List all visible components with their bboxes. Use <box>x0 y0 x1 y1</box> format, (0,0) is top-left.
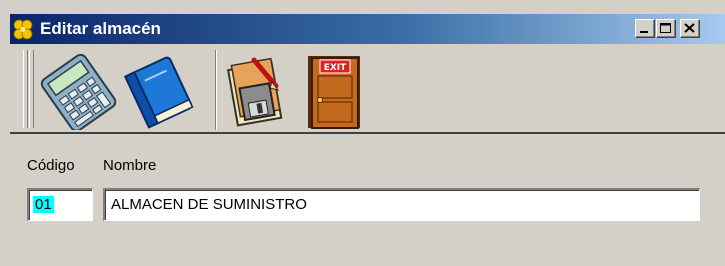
nombre-label: Nombre <box>103 157 157 174</box>
close-icon <box>684 23 695 33</box>
exit-sign-label: EXIT <box>323 63 347 73</box>
toolbar-grip[interactable] <box>23 50 28 128</box>
codigo-input[interactable]: 01 <box>27 188 93 221</box>
toolbar-grip-2 <box>29 50 34 128</box>
toolbar-divider <box>10 132 725 134</box>
save-icon <box>227 57 283 127</box>
book-icon <box>123 56 194 129</box>
codigo-value: 01 <box>33 196 54 213</box>
save-button[interactable] <box>214 50 294 130</box>
edit-warehouse-window: Editar almacén EXIT Código Nombre 01 ALM… <box>0 0 725 266</box>
minimize-icon <box>640 31 648 33</box>
calculator-icon <box>40 53 117 132</box>
minimize-button[interactable] <box>635 19 655 38</box>
exit-button[interactable]: EXIT <box>294 50 374 130</box>
maximize-icon <box>660 23 671 33</box>
calculator-button[interactable] <box>38 50 118 132</box>
close-button[interactable] <box>680 19 700 38</box>
book-button[interactable] <box>118 50 198 130</box>
codigo-label: Código <box>27 157 75 174</box>
nombre-input[interactable]: ALMACEN DE SUMINISTRO <box>103 188 700 221</box>
nombre-value: ALMACEN DE SUMINISTRO <box>111 196 307 213</box>
maximize-button[interactable] <box>656 19 676 38</box>
title-bar[interactable]: Editar almacén <box>10 14 725 44</box>
window-title: Editar almacén <box>40 19 161 38</box>
toolbar: EXIT <box>10 44 725 134</box>
app-clover-icon <box>13 19 33 40</box>
